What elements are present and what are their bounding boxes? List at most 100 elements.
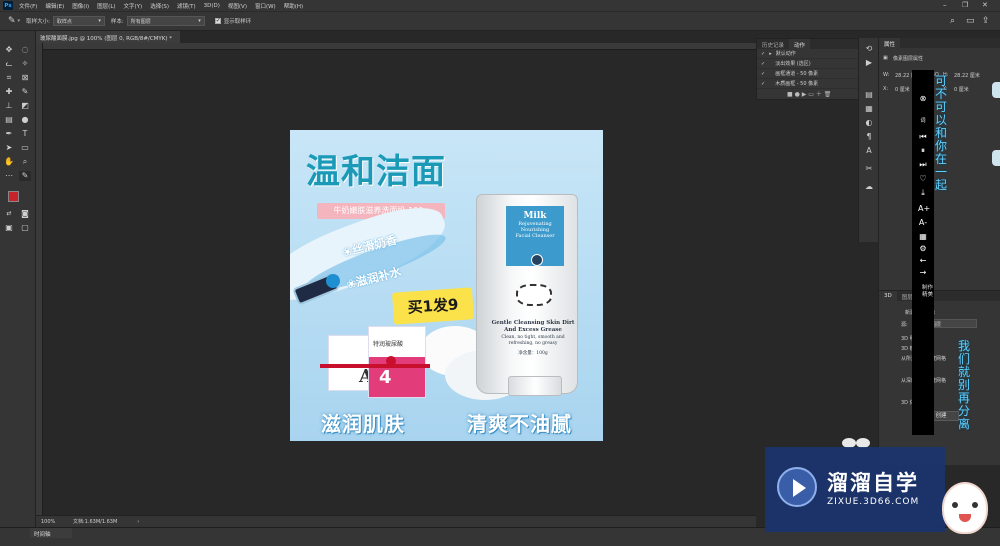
y-value[interactable]: 0 厘米 (954, 86, 969, 93)
eyedropper-icon[interactable]: ✎ (8, 16, 16, 26)
menu-layer[interactable]: 图层(L) (97, 2, 115, 10)
watermark-title: 溜溜自学 (827, 471, 919, 495)
menu-help[interactable]: 帮助(H) (284, 2, 303, 10)
foreground-color-swatch[interactable] (8, 191, 19, 202)
tube-brand: Milk (523, 211, 547, 221)
height-value[interactable]: 28.22 厘米 (954, 72, 980, 79)
type-tool-icon[interactable]: T (19, 129, 31, 139)
tools-panel: ✥ ◌ ᓚ ✧ ⌗ ⊠ ✚ ✎ ⊥ ◩ ▤ ● ✒ T ➤ ▭ ✋ ⌕ ✎ ⋯ … (0, 31, 36, 535)
font-smaller-icon[interactable]: A- (918, 218, 928, 228)
document-tab[interactable]: 玻尿酸面膜.jpg @ 100% (图层 0, RGB/8#/CMYK) * (36, 31, 180, 43)
cow-illustration (516, 284, 552, 306)
workspace-icon[interactable]: ▭ (966, 16, 975, 26)
pause-icon[interactable]: ⏸ (918, 146, 928, 156)
timeline-tab[interactable]: 时间轴 (30, 528, 72, 538)
menu-view[interactable]: 视图(V) (228, 2, 247, 10)
cloud-icon[interactable]: ☁ (863, 182, 875, 192)
magic-wand-tool-icon[interactable]: ✧ (19, 59, 31, 69)
eraser-tool-icon[interactable]: ◩ (19, 101, 31, 111)
path-select-tool-icon[interactable]: ➤ (3, 143, 15, 153)
menu-type[interactable]: 文字(Y) (124, 2, 143, 10)
play-icon[interactable]: ▶ (863, 58, 875, 68)
layers-icon[interactable]: ▤ (863, 90, 875, 100)
lyrics-icon[interactable]: 词 (918, 116, 928, 126)
x-value[interactable]: 0 厘米 (895, 86, 910, 93)
settings-icon[interactable]: ⚙ (918, 244, 928, 254)
zoom-tool-icon[interactable]: ⌕ (19, 157, 31, 167)
previous-icon[interactable]: ⏮ (918, 132, 928, 142)
show-ring-checkbox[interactable] (214, 17, 221, 24)
menu-select[interactable]: 选择(S) (150, 2, 169, 10)
zoom-level[interactable]: 100% (41, 519, 73, 525)
download-icon[interactable]: ⤓ (918, 188, 928, 198)
healing-tool-icon[interactable]: ✚ (3, 87, 15, 97)
sample-select[interactable]: 所有图层 ▾ (126, 16, 205, 26)
share-icon[interactable]: ⇪ (982, 16, 990, 26)
menu-filter[interactable]: 滤镜(T) (177, 2, 196, 10)
check-icon[interactable]: ✓ (761, 81, 765, 87)
next-icon[interactable]: ⏭ (918, 160, 928, 170)
menu-image[interactable]: 图像(I) (72, 2, 89, 10)
product-image[interactable]: 温和洁面 牛奶嫩肤滋养洗面奶 100g ❀丝滑奶香 ❀滋润补水 A 特润玻尿酸 … (290, 130, 603, 441)
chevron-right-icon[interactable]: › (137, 519, 139, 525)
grid-icon[interactable]: ▦ (918, 232, 928, 242)
hand-tool-icon[interactable]: ✋ (3, 157, 15, 167)
adjustments-icon[interactable]: ◐ (863, 118, 875, 128)
edit-toolbar-icon[interactable]: ⋯ (3, 171, 15, 181)
arrow-left-icon[interactable]: ← (918, 256, 928, 266)
chevron-down-icon[interactable]: ▾ (18, 18, 21, 24)
quick-mask-icon[interactable]: ◙ (19, 209, 31, 219)
video-player-strip: ⊗ 词 ⏮ ⏸ ⏭ ♡ ⤓ A+ A- ▦ ⚙ ← → (912, 70, 934, 435)
source-label: 源: (901, 322, 908, 328)
slogan-moisturize: 滋润肌肤 (321, 412, 405, 436)
minimize-icon[interactable]: – (943, 1, 947, 9)
screen-mode-icon[interactable]: ▣ (3, 223, 15, 233)
stamp-tool-icon[interactable]: ⊥ (3, 101, 15, 111)
tube-desc4: refreshing, no greasy (508, 341, 558, 346)
dodge-tool-icon[interactable]: ● (19, 115, 31, 125)
sample-size-label: 取样大小: (26, 19, 50, 25)
character-icon[interactable]: A (863, 146, 875, 156)
tab-3d[interactable]: 3D (879, 291, 897, 301)
check-icon[interactable]: ✓ (761, 51, 765, 57)
restore-icon[interactable]: ❐ (962, 1, 968, 9)
close-icon[interactable]: ✕ (982, 1, 988, 9)
menu-bar: Ps 文件(F) 编辑(E) 图像(I) 图层(L) 文字(Y) 选择(S) 滤… (0, 0, 1000, 11)
arrow-right-icon[interactable]: → (918, 268, 928, 278)
move-tool-icon[interactable]: ✥ (3, 45, 15, 55)
tab-properties[interactable]: 属性 (879, 38, 901, 48)
menu-edit[interactable]: 编辑(E) (45, 2, 64, 10)
gradient-tool-icon[interactable]: ▤ (3, 115, 15, 125)
vertical-ruler[interactable] (36, 43, 43, 515)
lasso-tool-icon[interactable]: ᓚ (3, 59, 15, 69)
mascot-mouth (959, 514, 971, 522)
panel-icon-strip: ⟲ ▶ ▤ ▦ ◐ ¶ A ✂ ☁ (858, 38, 878, 242)
swap-colors-icon[interactable]: ⇄ (3, 209, 15, 219)
search-icon[interactable]: ⌕ (950, 16, 955, 26)
marquee-tool-icon[interactable]: ◌ (19, 45, 31, 55)
check-icon[interactable]: ✓ (761, 61, 765, 67)
swatches-icon[interactable]: ▦ (863, 104, 875, 114)
horizontal-ruler[interactable] (36, 43, 756, 50)
history-icon[interactable]: ⟲ (863, 44, 875, 54)
font-larger-icon[interactable]: A+ (918, 204, 930, 214)
sample-size-select[interactable]: 取样点 ▾ (52, 16, 105, 26)
paragraph-icon[interactable]: ¶ (863, 132, 875, 142)
brush-tool-icon[interactable]: ✎ (19, 87, 31, 97)
shape-tool-icon[interactable]: ▭ (19, 143, 31, 153)
check-icon[interactable]: ✓ (761, 71, 765, 77)
close-circle-icon[interactable]: ⊗ (918, 94, 928, 104)
menu-3d[interactable]: 3D(D) (204, 3, 220, 9)
heart-icon[interactable]: ♡ (918, 174, 928, 184)
tab-actions[interactable]: 动作 (789, 39, 811, 49)
crop-tool-icon[interactable]: ⌗ (3, 73, 15, 83)
menu-file[interactable]: 文件(F) (19, 2, 37, 10)
packet-pink-band (369, 357, 425, 397)
pen-tool-icon[interactable]: ✒ (3, 129, 15, 139)
tab-history[interactable]: 历史记录 (757, 39, 789, 49)
artboard-icon[interactable]: ▢ (19, 223, 31, 233)
tools-icon[interactable]: ✂ (863, 164, 875, 174)
menu-window[interactable]: 窗口(W) (255, 2, 276, 10)
frame-tool-icon[interactable]: ⊠ (19, 73, 31, 83)
eyedropper-tool-icon[interactable]: ✎ (19, 171, 31, 181)
